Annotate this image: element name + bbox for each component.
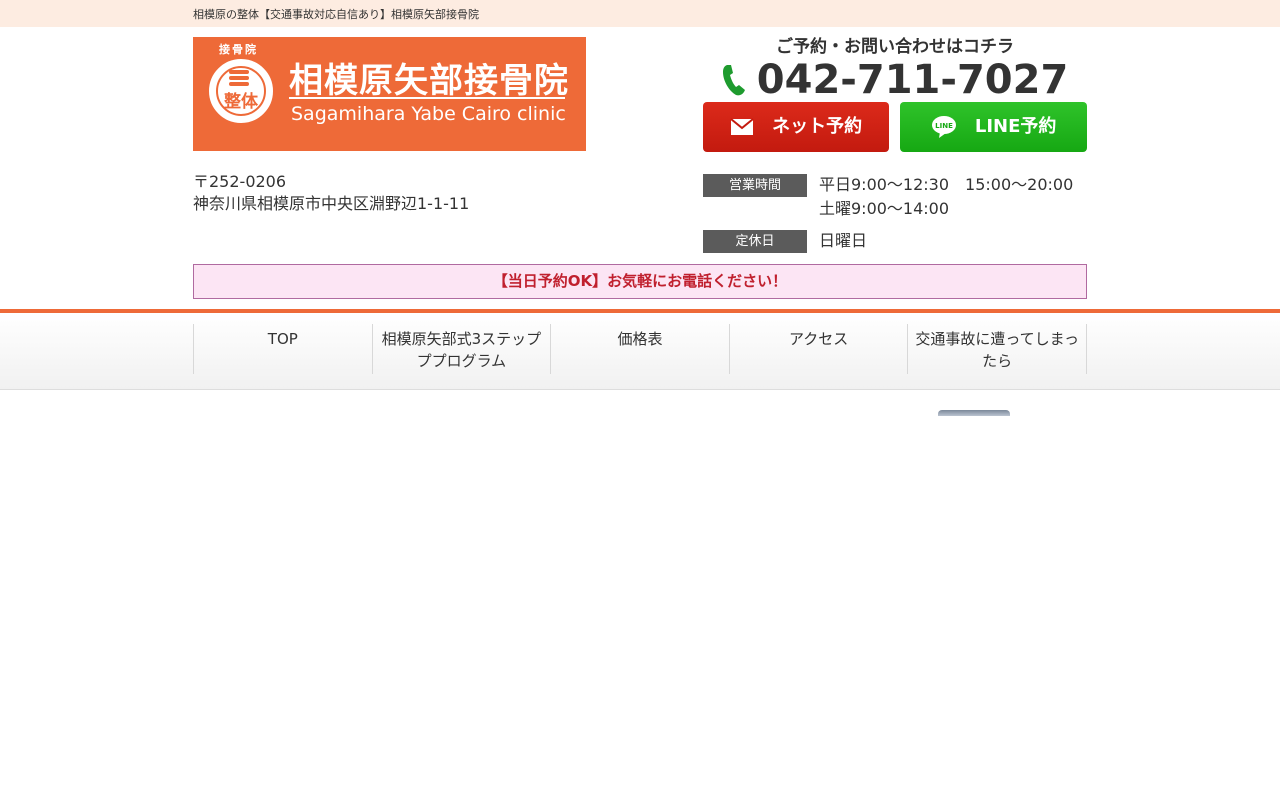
line-icon-text: LINE — [935, 122, 953, 130]
closed-row: 定休日 日曜日 — [703, 229, 1087, 253]
nav-item-traffic-accident[interactable]: 交通事故に遭ってしまったら — [907, 324, 1087, 374]
hours-saturday: 土曜9:00〜14:00 — [819, 199, 950, 218]
loading-image-fragment — [938, 410, 1010, 416]
logo-emblem-icon: 整体 — [209, 59, 273, 123]
net-reservation-label: ネット予約 — [772, 116, 863, 137]
site-header: 接骨院 整体 相模原矢部接骨院 Sagamihara Yabe Cairo cl… — [193, 27, 1087, 309]
logo-subtitle: Sagamihara Yabe Cairo clinic — [291, 103, 566, 125]
clinic-logo[interactable]: 接骨院 整体 相模原矢部接骨院 Sagamihara Yabe Cairo cl… — [193, 37, 586, 151]
logo-title: 相模原矢部接骨院 — [289, 61, 569, 101]
nav-item-program[interactable]: 相模原矢部式3ステップププログラム — [371, 324, 551, 374]
site-tagline: 相模原の整体【交通事故対応自信あり】相模原矢部接骨院 — [193, 8, 479, 21]
phone-icon — [722, 64, 745, 95]
line-reservation-label: LINE予約 — [974, 116, 1057, 137]
global-nav: TOP 相模原矢部式3ステップププログラム 価格表 アクセス 交通事故に遭ってし… — [0, 309, 1280, 390]
line-reservation-button[interactable]: LINE LINE予約 — [900, 102, 1087, 152]
top-bar: 相模原の整体【交通事故対応自信あり】相模原矢部接骨院 — [0, 0, 1280, 27]
address-street: 神奈川県相模原市中央区淵野辺1-1-11 — [193, 194, 470, 213]
logo-top-text: 接骨院 — [219, 43, 258, 56]
hours-row: 営業時間 平日9:00〜12:30 15:00〜20:00 土曜9:00〜14:… — [703, 173, 1087, 221]
nav-item-top[interactable]: TOP — [193, 324, 372, 374]
business-hours: 営業時間 平日9:00〜12:30 15:00〜20:00 土曜9:00〜14:… — [703, 173, 1087, 253]
same-day-notice: 【当日予約OK】お気軽にお電話ください！ — [193, 264, 1087, 299]
logo-emblem-text: 整体 — [224, 92, 258, 112]
net-reservation-button[interactable]: ネット予約 — [703, 102, 889, 152]
contact-block: ご予約・お問い合わせはコチラ 042-711-7027 ネット予約 LINE L… — [703, 37, 1087, 152]
mail-icon — [730, 118, 754, 135]
hours-label: 営業時間 — [703, 174, 807, 197]
address-zip: 〒252-0206 — [193, 172, 287, 191]
line-icon: LINE — [931, 116, 956, 138]
nav-item-price[interactable]: 価格表 — [550, 324, 729, 374]
contact-lead: ご予約・お問い合わせはコチラ — [776, 37, 1014, 57]
logo-divider — [289, 97, 565, 99]
closed-label: 定休日 — [703, 230, 807, 253]
phone-number[interactable]: 042-711-7027 — [757, 58, 1069, 102]
nav-item-access[interactable]: アクセス — [728, 324, 908, 374]
clinic-address: 〒252-0206 神奈川県相模原市中央区淵野辺1-1-11 — [193, 171, 469, 215]
phone-row[interactable]: 042-711-7027 — [703, 57, 1087, 102]
